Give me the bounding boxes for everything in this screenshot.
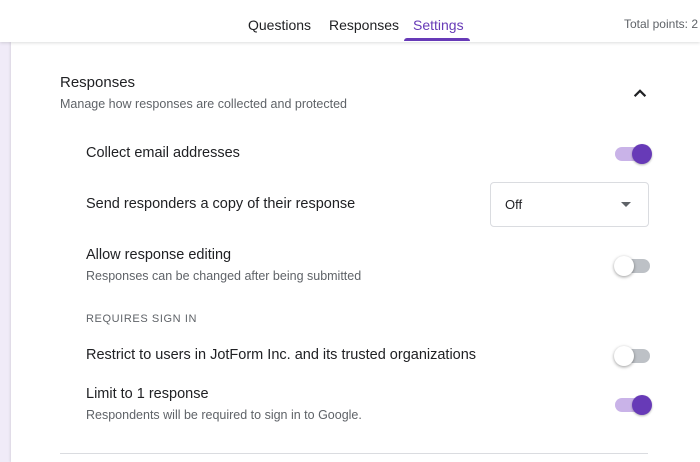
- tab-settings[interactable]: Settings: [413, 0, 464, 42]
- collapse-section-button[interactable]: [628, 80, 652, 104]
- tab-responses[interactable]: Responses: [329, 0, 399, 42]
- allow-editing-description: Responses can be changed after being sub…: [86, 269, 361, 283]
- send-copy-value: Off: [505, 197, 522, 212]
- top-tab-bar: Questions Responses Settings Total point…: [0, 0, 700, 42]
- total-points: Total points: 2: [624, 17, 698, 31]
- send-copy-select[interactable]: Off: [490, 182, 649, 227]
- active-tab-indicator: [404, 38, 470, 41]
- section-description: Manage how responses are collected and p…: [60, 97, 347, 111]
- limit-one-description: Respondents will be required to sign in …: [86, 408, 362, 422]
- section-divider: [60, 453, 648, 454]
- allow-editing-toggle[interactable]: [614, 255, 654, 277]
- dropdown-arrow-icon: [621, 202, 631, 207]
- toggle-thumb: [632, 144, 652, 164]
- tab-questions[interactable]: Questions: [248, 0, 311, 42]
- send-copy-label: Send responders a copy of their response: [86, 196, 355, 212]
- toggle-thumb: [632, 395, 652, 415]
- limit-one-label: Limit to 1 response: [86, 386, 209, 402]
- toggle-thumb: [614, 256, 634, 276]
- section-title: Responses: [60, 74, 135, 91]
- toggle-thumb: [614, 346, 634, 366]
- chevron-up-icon: [628, 80, 652, 104]
- requires-sign-in-header: REQUIRES SIGN IN: [86, 313, 197, 325]
- restrict-users-label: Restrict to users in JotForm Inc. and it…: [86, 347, 476, 363]
- limit-one-toggle[interactable]: [612, 394, 652, 416]
- collect-email-label: Collect email addresses: [86, 145, 240, 161]
- allow-editing-label: Allow response editing: [86, 247, 231, 263]
- collect-email-toggle[interactable]: [612, 143, 652, 165]
- restrict-users-toggle[interactable]: [614, 345, 654, 367]
